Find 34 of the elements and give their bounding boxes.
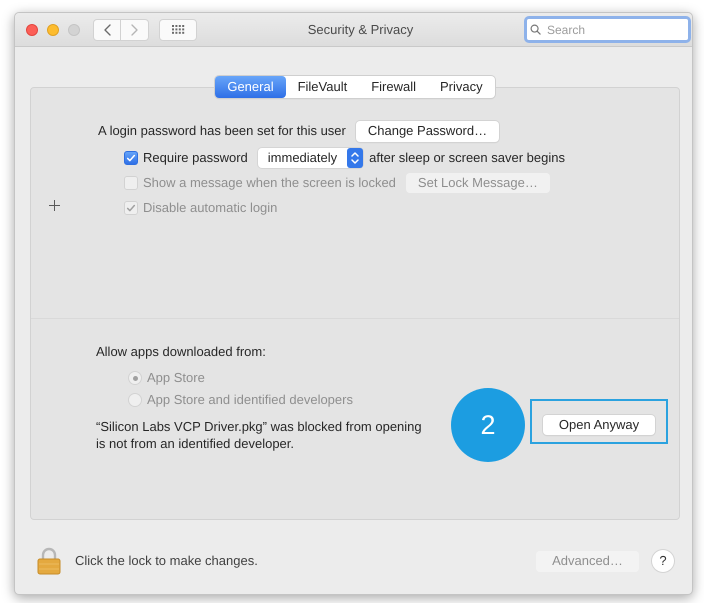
minimize-button[interactable] [47,24,59,36]
tab[interactable]: Privacy [428,76,495,98]
source-label: App Store [147,369,205,388]
blocked-message-line: “Silicon Labs VCP Driver.pkg” was blocked from opening [96,418,422,435]
back-button[interactable] [93,18,121,40]
option-label: Require password [143,149,248,168]
help-button[interactable]: ? [652,550,674,572]
search-field[interactable]: Search [524,16,691,43]
option-suffix: after sleep or screen saver begins [369,149,565,168]
grid-view-button[interactable] [159,18,197,40]
padlock-icon[interactable] [37,547,61,575]
zoom-button[interactable] [68,24,80,36]
blocked-message-line: is not from an identified developer. [96,435,296,452]
chevron-right-icon [131,24,138,36]
close-button[interactable] [26,24,38,36]
source-label: App Store and identified developers [147,391,353,410]
stepper-icon [347,148,364,168]
checkbox[interactable] [124,151,138,165]
tab[interactable]: FileVault [286,76,360,98]
interval-popup[interactable]: immediately [258,148,364,168]
crosshair-cursor-icon [49,200,60,211]
window-title: Security & Privacy [308,20,414,39]
step-badge: 2 [451,388,525,462]
option-label: Disable automatic login [143,199,278,218]
grid-icon [172,25,184,34]
change-password-button[interactable]: Change Password… [356,120,500,142]
login-status-text: A login password has been set for this user [98,122,346,140]
search-icon [530,24,541,35]
tab[interactable]: Firewall [359,76,428,98]
open-anyway-button[interactable]: Open Anyway [543,415,655,435]
allow-apps-heading: Allow apps downloaded from: [96,343,266,362]
chevron-left-icon [104,24,110,36]
lock-hint-text: Click the lock to make changes. [75,552,258,570]
option-label: Show a message when the screen is locked [143,174,396,192]
